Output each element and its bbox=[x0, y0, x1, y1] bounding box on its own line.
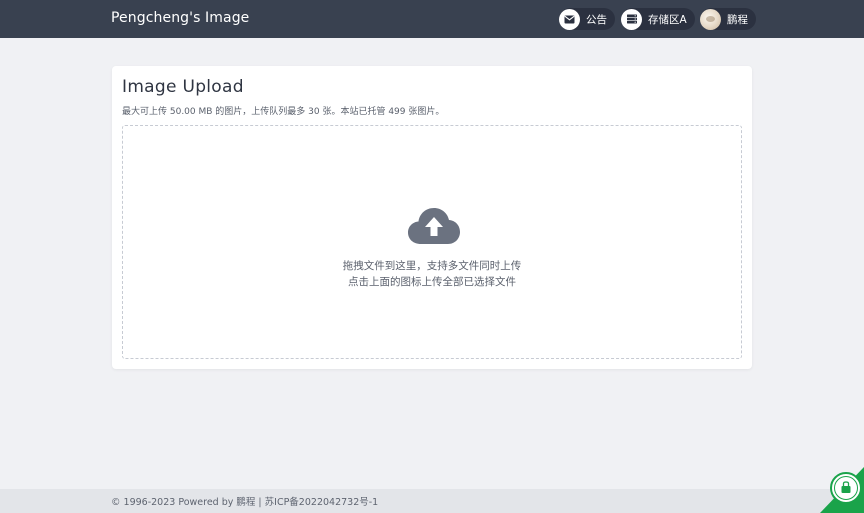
cloud-upload-icon[interactable] bbox=[407, 206, 461, 246]
page-title: Image Upload bbox=[122, 77, 244, 97]
top-navbar: Pengcheng's Image 公告 存储区A 鹏程 bbox=[0, 0, 864, 38]
user-menu-button[interactable]: 鹏程 bbox=[700, 8, 756, 30]
user-name: 鹏程 bbox=[727, 13, 748, 26]
envelope-icon bbox=[559, 8, 580, 30]
file-dropzone[interactable]: 拖拽文件到这里，支持多文件同时上传 点击上面的图标上传全部已选择文件 bbox=[122, 125, 742, 359]
footer-copyright: © 1996-2023 Powered by 鹏程 | 苏ICP备2022042… bbox=[111, 497, 379, 508]
upload-card: Image Upload 最大可上传 50.00 MB 的图片，上传队列最多 3… bbox=[112, 66, 752, 369]
server-icon bbox=[621, 8, 642, 30]
footer: © 1996-2023 Powered by 鹏程 | 苏ICP备2022042… bbox=[0, 489, 864, 513]
upload-limits-text: 最大可上传 50.00 MB 的图片，上传队列最多 30 张。本站已托管 499… bbox=[122, 107, 445, 117]
notice-label: 公告 bbox=[586, 13, 607, 26]
storage-label: 存储区A bbox=[648, 13, 687, 26]
dropzone-hint-drag: 拖拽文件到这里，支持多文件同时上传 bbox=[342, 260, 522, 272]
avatar bbox=[700, 8, 721, 30]
security-certification-badge[interactable] bbox=[820, 467, 864, 513]
notice-button[interactable]: 公告 bbox=[559, 8, 615, 30]
dropzone-hint-click: 点击上面的图标上传全部已选择文件 bbox=[348, 276, 516, 288]
brand-title[interactable]: Pengcheng's Image bbox=[111, 10, 249, 26]
storage-selector-button[interactable]: 存储区A bbox=[621, 8, 695, 30]
